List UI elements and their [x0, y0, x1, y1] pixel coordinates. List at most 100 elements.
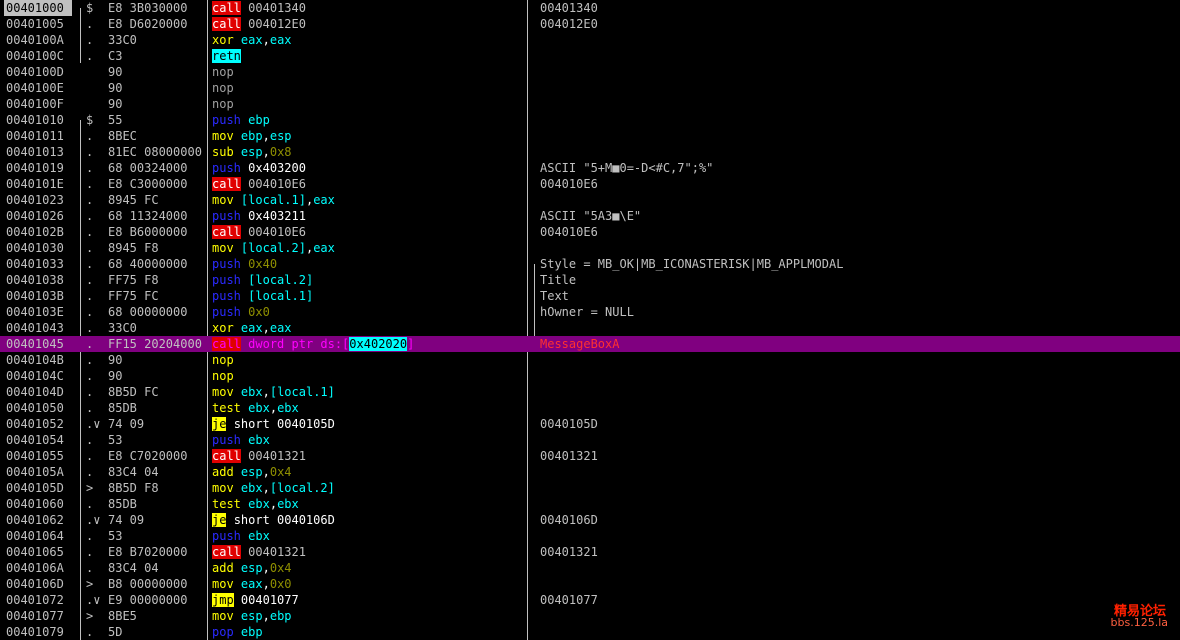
address-cell: 0040105D	[6, 481, 64, 495]
comment-cell	[540, 80, 1170, 96]
disasm-row[interactable]: 00401000 $ E8 3B030000 call 00401340 0040134…	[0, 0, 1180, 16]
address-cell: 00401060	[6, 497, 64, 511]
disasm-row[interactable]: 00401045. FF15 20204000 call dword ptr ds:…	[0, 336, 1180, 352]
operand: [local.2]	[248, 273, 314, 287]
disasm-row[interactable]: 0040106D > B8 00000000 mov eax,0x0	[0, 576, 1180, 592]
disasm-row[interactable]: 0040104C. 90 nop	[0, 368, 1180, 384]
comment-cell	[540, 496, 1170, 512]
disasm-row[interactable]: 0040105D >8B5D F8 mov ebx,[local.2]	[0, 480, 1180, 496]
disasm-row[interactable]: 0040100E 90 nop	[0, 80, 1180, 96]
disasm-row[interactable]: 00401005. E8 D6020000 call 004012E0 004012E…	[0, 16, 1180, 32]
operand: 00401321	[248, 545, 306, 559]
hex-dump-cell: E8 C3000000	[108, 177, 188, 191]
disassembly-view[interactable]: 00401000 $ E8 3B030000 call 00401340 0040134…	[0, 0, 1180, 640]
address-cell: 00401052	[6, 417, 64, 431]
operand: 0x0	[248, 305, 270, 319]
disassembly-cell: nop	[212, 96, 524, 112]
address-cell: 00401064	[6, 529, 64, 543]
address-cell: 00401019	[6, 161, 64, 175]
disasm-row[interactable]: 0040105A. 83C4 04 add esp,0x4	[0, 464, 1180, 480]
disasm-row[interactable]: 00401072 .∨ E9 00000000 jmp 00401077 0040107…	[0, 592, 1180, 608]
disasm-row[interactable]: 00401062 .∨ 74 09 je short 0040106D 0040106D	[0, 512, 1180, 528]
mnemonic: push	[212, 273, 241, 287]
disasm-row[interactable]: 00401038. FF75 F8 push [local.2] Title	[0, 272, 1180, 288]
disasm-row[interactable]: 0040103E. 68 00000000 push 0x0 hOwner = NUL…	[0, 304, 1180, 320]
disassembly-cell: nop	[212, 80, 524, 96]
operand: 00401077	[240, 593, 299, 607]
disasm-row[interactable]: 00401060. 85DB test ebx,ebx	[0, 496, 1180, 512]
flow-marker: .	[86, 321, 94, 335]
mnemonic: mov	[212, 193, 234, 207]
disasm-row[interactable]: 0040102B. E8 B6000000 call 004010E6 004010E…	[0, 224, 1180, 240]
hex-dump-cell: E8 3B030000	[108, 1, 188, 15]
comment-cell: 00401321	[540, 449, 598, 463]
disasm-row[interactable]: 00401077 >8BE5 mov esp,ebp	[0, 608, 1180, 624]
disasm-row[interactable]: 00401019. 68 00324000 push 0x403200 ASCII "…	[0, 160, 1180, 176]
comment-cell: 00401321	[540, 545, 598, 559]
disasm-row[interactable]: 00401023. 8945 FC mov [local.1],eax	[0, 192, 1180, 208]
disasm-row[interactable]: 00401033. 68 40000000 push 0x40 Style = MB_…	[0, 256, 1180, 272]
disasm-row[interactable]: 00401030. 8945 F8 mov [local.2],eax	[0, 240, 1180, 256]
mnemonic: push	[212, 289, 241, 303]
operand: [local.1]	[269, 385, 335, 399]
hex-dump-cell: 90	[108, 369, 123, 383]
disasm-row[interactable]: 0040100D 90 nop	[0, 64, 1180, 80]
disasm-row[interactable]: 0040101E. E8 C3000000 call 004010E6 004010E…	[0, 176, 1180, 192]
address-cell: 00401030	[6, 241, 64, 255]
flow-marker: .	[86, 257, 94, 271]
disasm-row[interactable]: 0040100F 90 nop	[0, 96, 1180, 112]
disasm-row[interactable]: 0040103B. FF75 FC push [local.1] Text	[0, 288, 1180, 304]
disasm-row[interactable]: 00401013. 81EC 08000000 sub esp,0x8	[0, 144, 1180, 160]
operand: [local.2]	[269, 481, 335, 495]
hex-dump-cell: 68 00000000	[108, 305, 188, 319]
operand: ]	[407, 337, 415, 351]
flow-marker: .	[86, 401, 94, 415]
disasm-row[interactable]: 00401065. E8 B7020000 call 00401321 0040132…	[0, 544, 1180, 560]
hex-dump-cell: E8 D6020000	[108, 17, 188, 31]
disasm-row[interactable]: 0040100C. C3 retn	[0, 48, 1180, 64]
disasm-row[interactable]: 0040100A. 33C0 xor eax,eax	[0, 32, 1180, 48]
hex-dump-cell: FF75 F8	[108, 273, 159, 287]
disasm-row[interactable]: 00401052 .∨ 74 09 je short 0040105D 0040105D	[0, 416, 1180, 432]
mnemonic: call	[212, 545, 241, 559]
disasm-row[interactable]: 0040106A. 83C4 04 add esp,0x4	[0, 560, 1180, 576]
disasm-row[interactable]: 00401054. 53 push ebx	[0, 432, 1180, 448]
disasm-row[interactable]: 0040104D. 8B5D FC mov ebx,[local.1]	[0, 384, 1180, 400]
comment-cell	[540, 624, 1170, 640]
address-cell: 00401054	[6, 433, 64, 447]
disassembly-cell: xor eax,eax	[212, 320, 524, 336]
mnemonic: push	[212, 529, 241, 543]
disasm-row[interactable]: 00401055. E8 C7020000 call 00401321 0040132…	[0, 448, 1180, 464]
comment-cell	[540, 368, 1170, 384]
operand: 004010E6	[248, 225, 306, 239]
flow-marker	[86, 64, 104, 80]
operand: 0x403200	[248, 161, 306, 175]
disasm-row[interactable]: 00401050. 85DB test ebx,ebx	[0, 400, 1180, 416]
mnemonic: mov	[212, 577, 234, 591]
comment-cell	[540, 608, 1170, 624]
flow-marker: .	[86, 129, 94, 143]
operand: ,	[262, 33, 270, 47]
operand: 0x403211	[248, 209, 306, 223]
comment-cell: 0040105D	[540, 417, 598, 431]
disasm-row[interactable]: 00401079. 5D pop ebp	[0, 624, 1180, 640]
disasm-row[interactable]: 00401011. 8BEC mov ebp,esp	[0, 128, 1180, 144]
address-cell: 00401000	[4, 0, 72, 16]
disassembly-cell: je short 0040106D	[212, 512, 524, 528]
address-cell: 0040100E	[6, 81, 64, 95]
flow-marker: .	[86, 145, 94, 159]
disasm-row[interactable]: 00401026. 68 11324000 push 0x403211 ASCII "…	[0, 208, 1180, 224]
mnemonic: je	[212, 417, 227, 431]
disasm-row[interactable]: 0040104B. 90 nop	[0, 352, 1180, 368]
operand: ebx	[240, 481, 263, 495]
operand: ,	[262, 385, 270, 399]
operand: ,	[262, 577, 270, 591]
flow-marker	[86, 96, 104, 112]
address-cell: 0040104D	[6, 385, 64, 399]
disasm-row[interactable]: 00401010 $55 push ebp	[0, 112, 1180, 128]
address-cell: 00401033	[6, 257, 64, 271]
disasm-row[interactable]: 00401043. 33C0 xor eax,eax	[0, 320, 1180, 336]
mnemonic: mov	[212, 609, 234, 623]
disasm-row[interactable]: 00401064. 53 push ebx	[0, 528, 1180, 544]
hex-dump-cell: 81EC 08000000	[108, 145, 202, 159]
